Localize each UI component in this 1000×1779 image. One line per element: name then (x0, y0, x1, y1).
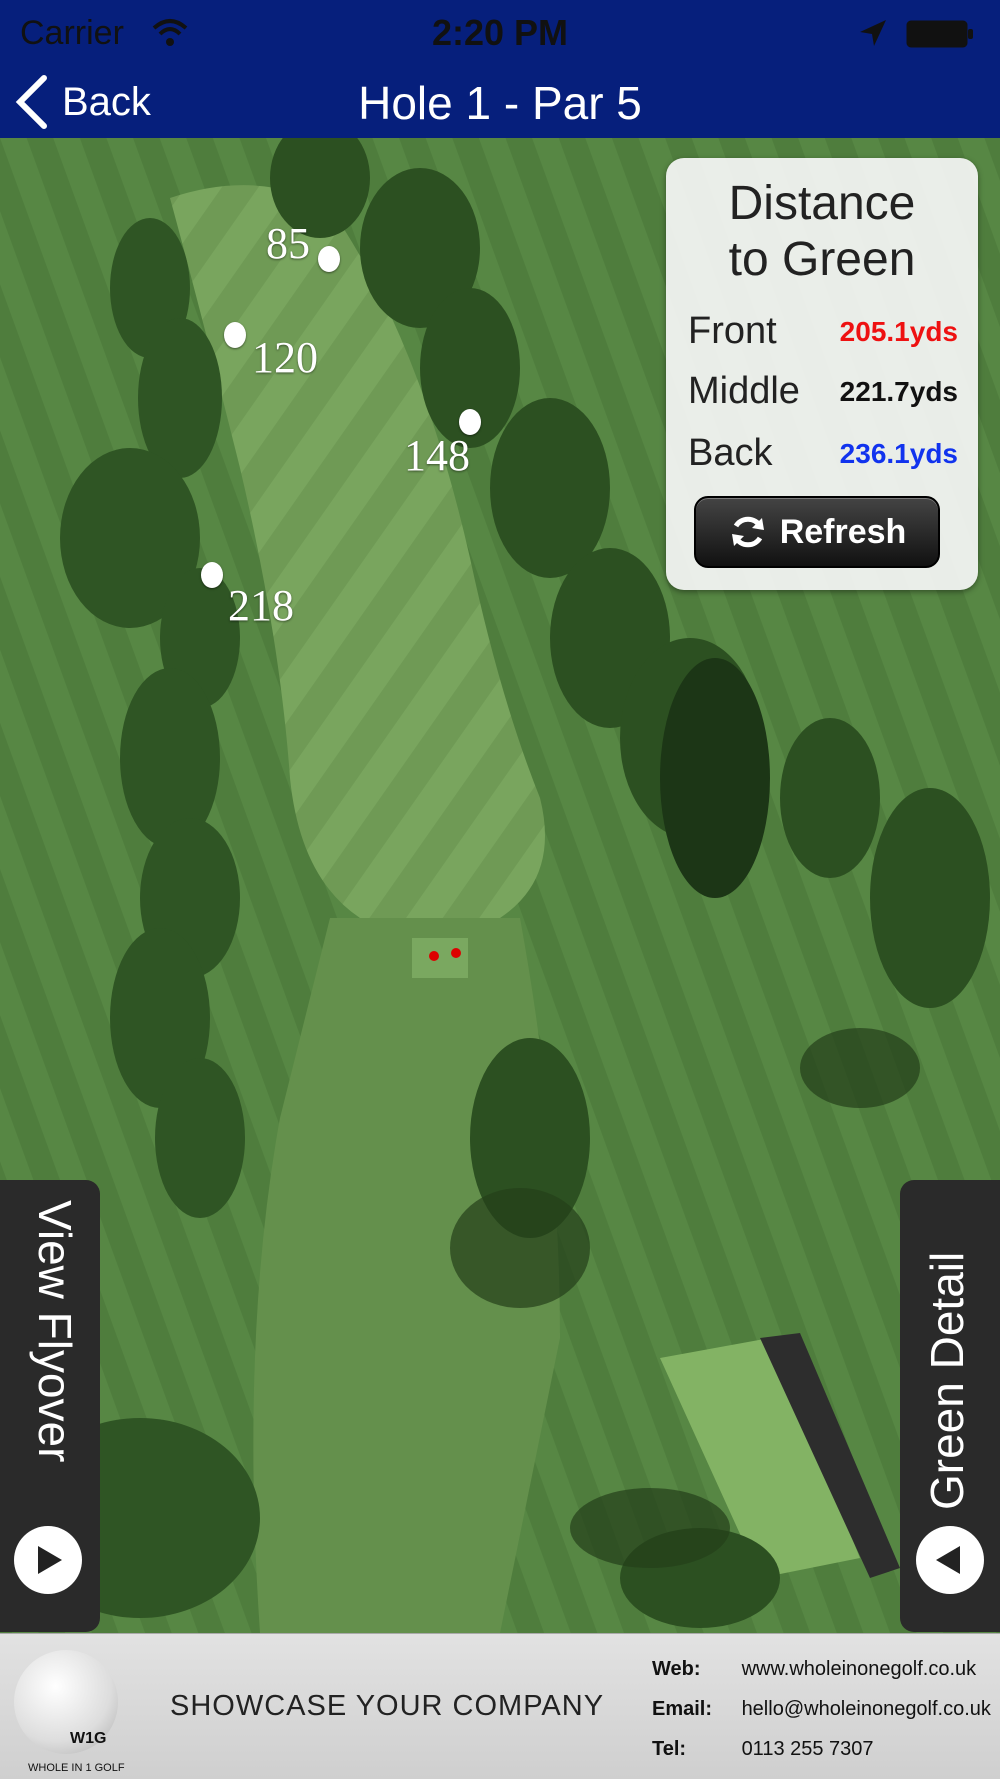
refresh-button[interactable]: Refresh (694, 496, 940, 568)
distance-value: 221.7yds (839, 376, 958, 407)
view-flyover-label: View Flyover (29, 1200, 81, 1463)
distance-to-green-panel: Distance to Green Front 205.1yds Middle … (666, 158, 978, 590)
green-detail-label: Green Detail (921, 1251, 973, 1510)
arrow-left-icon (936, 1546, 960, 1574)
play-icon (38, 1546, 62, 1574)
play-flyover-button[interactable] (14, 1526, 82, 1594)
web-value: www.wholeinonegolf.co.uk (741, 1658, 977, 1680)
location-arrow-icon (860, 20, 886, 46)
status-bar: Carrier 2:20 PM (0, 0, 1000, 66)
contact-web: Web: www.wholeinonegolf.co.uk (652, 1658, 976, 1681)
clock: 2:20 PM (431, 12, 569, 53)
green-detail-arrow-button[interactable] (916, 1526, 984, 1594)
distance-label: Middle (688, 370, 800, 412)
distance-row-middle: Middle 221.7yds (688, 370, 958, 414)
yardage-marker-dot (224, 322, 246, 348)
yardage-label-120: 120 (252, 333, 318, 382)
tel-label: Tel: (652, 1738, 687, 1760)
footer-ad-banner[interactable]: W1G WHOLE IN 1 GOLF SHOWCASE YOUR COMPAN… (0, 1633, 1000, 1779)
battery-icon (906, 20, 973, 48)
contact-email: Email: hello@wholeinonegolf.co.uk (652, 1698, 991, 1721)
yardage-label-218: 218 (228, 581, 294, 630)
panel-title-line2: to Green (728, 233, 916, 286)
distance-value: 236.1yds (839, 438, 958, 469)
distance-row-back: Back 236.1yds (688, 432, 958, 476)
navigation-bar: Back Hole 1 - Par 5 (0, 66, 1000, 138)
refresh-label: Refresh (779, 512, 907, 551)
email-value: hello@wholeinonegolf.co.uk (741, 1698, 991, 1720)
distance-value: 205.1yds (839, 316, 958, 347)
contact-tel: Tel: 0113 255 7307 (652, 1738, 874, 1761)
distance-label: Back (688, 432, 773, 474)
top-bar: Carrier 2:20 PM Back Hole 1 - Par 5 (0, 0, 1000, 138)
page-title: Hole 1 - Par 5 (358, 77, 642, 129)
logo-subtext: WHOLE IN 1 GOLF (28, 1762, 125, 1774)
web-label: Web: (652, 1658, 701, 1680)
logo-text: W1G (70, 1730, 107, 1747)
distance-row-front: Front 205.1yds (688, 310, 958, 354)
distance-label: Front (688, 310, 777, 352)
yardage-marker-dot (318, 246, 340, 272)
yardage-label-148: 148 (404, 431, 470, 480)
panel-title-line1: Distance (728, 177, 916, 230)
yardage-marker-dot (201, 562, 223, 588)
panel-title: Distance to Green (666, 176, 978, 288)
email-label: Email: (652, 1698, 713, 1720)
ad-tagline: SHOWCASE YOUR COMPANY (170, 1690, 605, 1722)
yardage-label-85: 85 (266, 219, 310, 268)
refresh-icon (731, 516, 764, 548)
tel-value: 0113 255 7307 (741, 1738, 874, 1760)
